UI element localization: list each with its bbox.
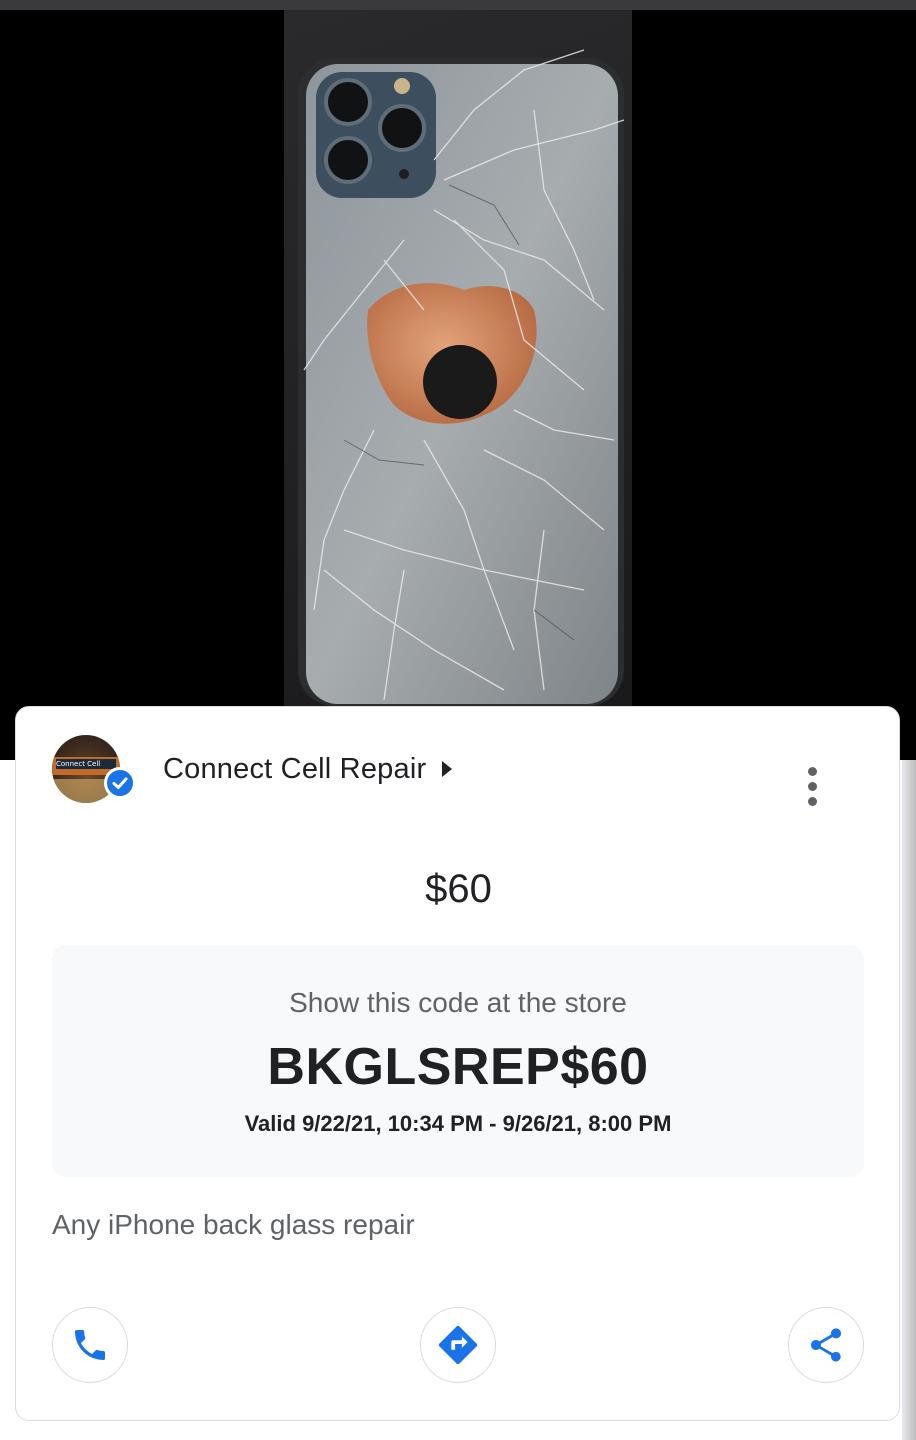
top-strip [0,0,916,10]
cracked-phone-illustration [298,49,625,706]
offer-photo[interactable] [284,10,632,706]
share-icon [811,1328,841,1362]
offer-page: Connect Cell Connect Cell Repair $60 Sho… [0,0,916,1440]
offer-price: $60 [425,867,492,911]
directions-icon [438,1325,478,1365]
more-dot-icon [808,782,817,791]
business-name-link[interactable]: Connect Cell Repair [163,749,453,789]
offer-code: BKGLSREP$60 [267,1038,649,1096]
call-button[interactable] [52,1307,128,1383]
directions-button[interactable] [420,1307,496,1383]
offer-card: Connect Cell Connect Cell Repair $60 Sho… [15,706,900,1421]
code-validity: Valid 9/22/21, 10:34 PM - 9/26/21, 8:00 … [244,1111,672,1136]
caret-right-icon [442,761,453,777]
share-button[interactable] [788,1307,864,1383]
code-instruction: Show this code at the store [289,987,627,1018]
more-dot-icon [808,767,817,776]
verified-badge-icon [104,767,136,799]
offer-photo-area [0,10,916,760]
code-box: Show this code at the store BKGLSREP$60 … [52,945,864,1177]
business-name: Connect Cell Repair [163,752,427,785]
scrollbar-track [902,760,916,1440]
more-dot-icon [808,797,817,806]
phone-icon [75,1330,105,1360]
offer-description: Any iPhone back glass repair [52,1209,415,1240]
avatar-sign: Connect Cell [56,759,116,769]
more-options-button[interactable] [798,765,828,809]
